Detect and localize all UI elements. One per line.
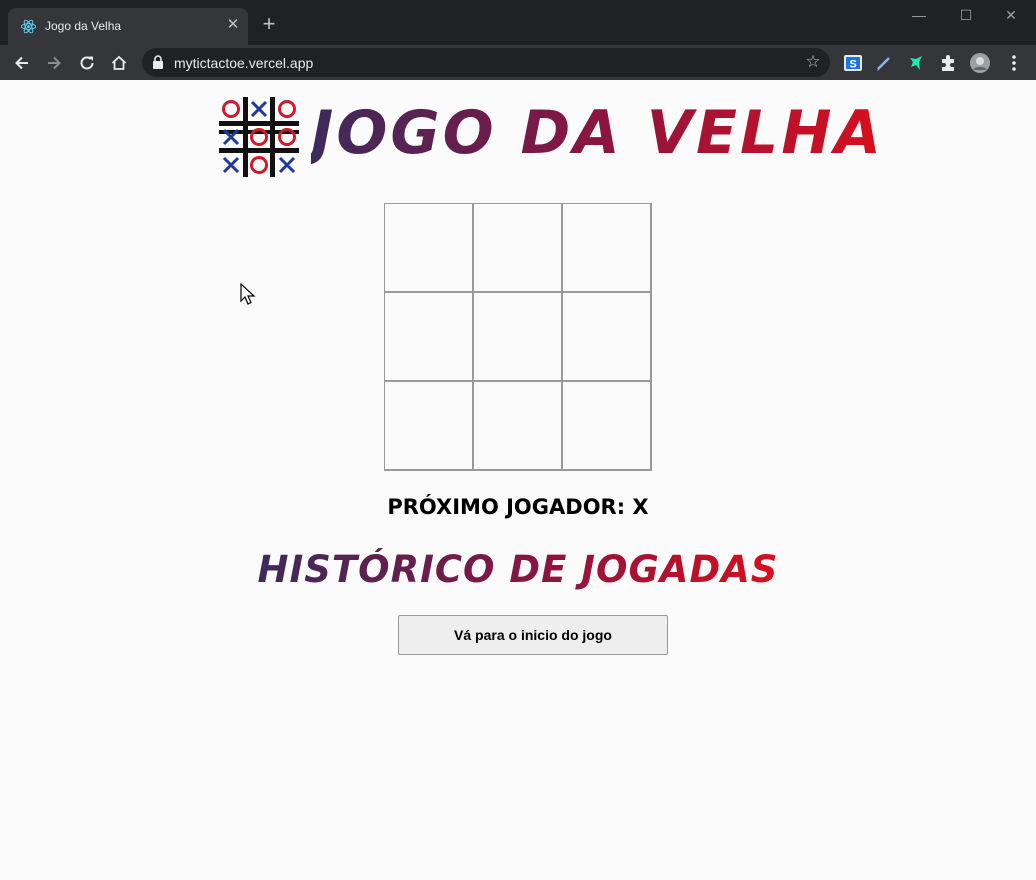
- forward-icon: [48, 56, 61, 70]
- menu-kebab-icon[interactable]: [1004, 53, 1024, 73]
- history-title-text: HISTÓRICO DE JOGADAS: [257, 548, 779, 591]
- board-square-5[interactable]: [473, 292, 562, 381]
- board-square-3[interactable]: [562, 203, 651, 292]
- browser-tab[interactable]: Jogo da Velha ✕: [8, 8, 248, 45]
- url-text: mytictactoe.vercel.app: [174, 55, 314, 71]
- extensions-puzzle-icon[interactable]: [938, 53, 958, 73]
- bookmark-star-icon[interactable]: ☆: [804, 53, 822, 71]
- logo-o-mark: [278, 100, 296, 118]
- game-board: [384, 203, 652, 471]
- forward-button[interactable]: [41, 50, 67, 76]
- board-square-8[interactable]: [473, 381, 562, 470]
- game-status: PRÓXIMO JOGADOR: X: [387, 495, 649, 519]
- home-button[interactable]: [106, 50, 132, 76]
- mouse-pointer-icon: [240, 283, 256, 305]
- minimize-button[interactable]: —: [904, 4, 934, 26]
- reload-button[interactable]: [74, 50, 100, 76]
- logo-o-mark: [222, 100, 240, 118]
- logo-x-mark: [222, 156, 240, 174]
- go-to-start-button[interactable]: Vá para o inicio do jogo: [398, 615, 668, 655]
- extension-s-icon[interactable]: S: [843, 53, 863, 73]
- tab-close-icon[interactable]: ✕: [224, 16, 242, 34]
- tab-title: Jogo da Velha: [45, 19, 122, 33]
- home-icon: [111, 55, 127, 70]
- maximize-button[interactable]: ☐: [951, 4, 981, 26]
- browser-toolbar: mytictactoe.vercel.app ☆ S: [0, 45, 1036, 80]
- extension-pen-icon[interactable]: [874, 53, 894, 73]
- board-square-9[interactable]: [562, 381, 651, 470]
- board-square-4[interactable]: [384, 292, 473, 381]
- board-square-1[interactable]: [384, 203, 473, 292]
- back-button[interactable]: [9, 50, 35, 76]
- page-title: JOGO DA VELHA: [311, 98, 884, 168]
- address-bar[interactable]: mytictactoe.vercel.app ☆: [142, 48, 830, 77]
- extension-bird-icon[interactable]: [906, 53, 926, 73]
- profile-avatar-icon[interactable]: [970, 53, 990, 73]
- browser-titlebar: Jogo da Velha ✕ + — ☐ ✕: [0, 0, 1036, 45]
- board-square-6[interactable]: [562, 292, 651, 381]
- close-window-button[interactable]: ✕: [996, 4, 1026, 26]
- tic-tac-toe-logo: [219, 97, 299, 177]
- logo-x-mark: [278, 156, 296, 174]
- new-tab-button[interactable]: +: [257, 13, 281, 37]
- lock-icon: [153, 55, 163, 69]
- board-square-2[interactable]: [473, 203, 562, 292]
- react-favicon-icon: [20, 19, 37, 34]
- reload-icon: [80, 56, 94, 70]
- svg-text:S: S: [849, 59, 856, 71]
- back-icon: [15, 56, 28, 70]
- page-viewport: JOGO DA VELHA PRÓXIMO JOGADOR: X HISTÓRI…: [0, 80, 1036, 880]
- board-square-7[interactable]: [384, 381, 473, 470]
- history-title: HISTÓRICO DE JOGADAS: [0, 548, 1036, 591]
